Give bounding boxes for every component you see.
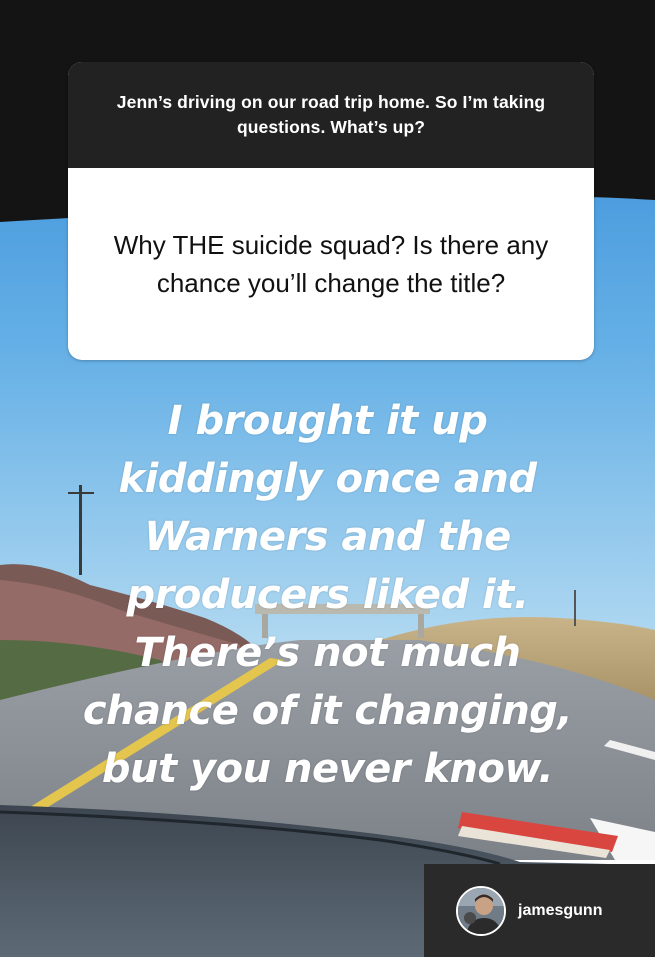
answer-line: Warners and the: [144, 514, 511, 560]
answer-text: I brought it up kiddingly once and Warne…: [40, 392, 615, 798]
username[interactable]: jamesgunn: [518, 902, 602, 920]
avatar[interactable]: [456, 885, 506, 936]
question-sticker: Jenn’s driving on our road trip home. So…: [68, 62, 594, 360]
answer-line: I brought it up: [167, 398, 488, 444]
answer-line: but you never know.: [101, 746, 554, 792]
answer-line: chance of it changing,: [82, 688, 573, 734]
account-tag[interactable]: jamesgunn: [424, 864, 655, 957]
answer-line: kiddingly once and: [118, 456, 537, 502]
question-sticker-question: Why THE suicide squad? Is there any chan…: [113, 230, 549, 298]
answer-line: There’s not much: [134, 630, 521, 676]
answer-line: producers liked it.: [126, 572, 529, 618]
question-sticker-prompt: Jenn’s driving on our road trip home. So…: [68, 62, 594, 168]
